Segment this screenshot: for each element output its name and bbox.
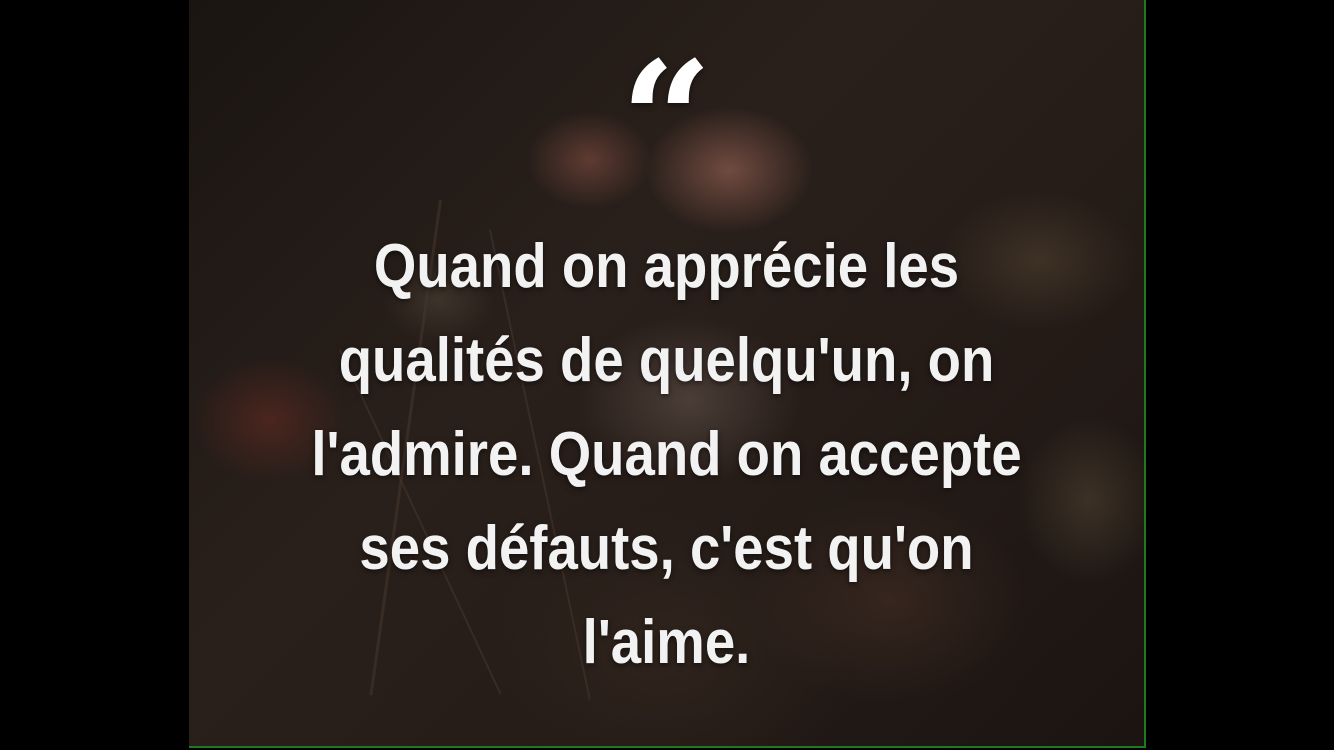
quote-line: ses défauts, c'est qu'on bbox=[359, 514, 974, 583]
quote-line: l'aime. bbox=[582, 608, 751, 677]
quote-image: “ Quand on apprécie les qualités de quel… bbox=[189, 0, 1146, 748]
quotation-mark-icon: “ bbox=[620, 26, 713, 214]
image-viewer: “ Quand on apprécie les qualités de quel… bbox=[0, 0, 1334, 750]
quote-line: qualités de quelqu'un, on bbox=[338, 326, 995, 395]
quote-line: l'admire. Quand on accepte bbox=[311, 420, 1022, 489]
quote-text: Quand on apprécie les qualités de quelqu… bbox=[264, 220, 1069, 690]
quote-line: Quand on apprécie les bbox=[373, 232, 960, 301]
